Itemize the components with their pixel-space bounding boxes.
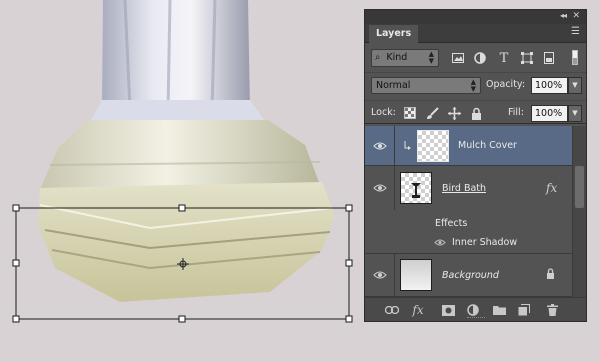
blend-row: Normal ▲ ▼ Opacity: 100% ▼ bbox=[365, 72, 586, 96]
panel-menu-icon[interactable]: ☰ bbox=[571, 26, 580, 37]
add-mask-icon[interactable] bbox=[441, 303, 455, 317]
lock-all-icon[interactable] bbox=[469, 106, 483, 120]
panel-resize-grip[interactable] bbox=[467, 317, 485, 319]
layer-row-mulch-cover[interactable]: Mulch Cover bbox=[365, 126, 572, 166]
scrollbar-thumb[interactable] bbox=[575, 166, 584, 208]
layer-name[interactable]: Background bbox=[442, 270, 499, 281]
panel-tab-row: Layers ☰ bbox=[365, 24, 586, 43]
clipping-mask-arrow-icon bbox=[404, 141, 411, 150]
delete-layer-icon[interactable] bbox=[545, 303, 559, 317]
tab-layers[interactable]: Layers bbox=[369, 25, 419, 43]
layer-name[interactable]: Mulch Cover bbox=[458, 140, 517, 151]
select-arrows-icon: ▲ ▼ bbox=[428, 50, 434, 65]
adjustment-layer-icon[interactable] bbox=[466, 303, 480, 317]
blend-mode-value: Normal bbox=[376, 80, 411, 91]
layer-thumbnail[interactable] bbox=[400, 259, 432, 291]
link-layers-icon[interactable] bbox=[385, 303, 399, 317]
layer-row-bird-bath[interactable]: Bird Bath fx Effects Inner Shadow bbox=[365, 166, 572, 254]
layers-panel: ◂◂ ✕ Layers ☰ ⌕ Kind ▲ ▼ T Normal ▲ ▼ Op… bbox=[364, 9, 587, 322]
lock-transparent-pixels-icon[interactable] bbox=[403, 106, 417, 120]
select-arrows-icon: ▲ ▼ bbox=[470, 78, 476, 93]
search-icon: ⌕ bbox=[375, 52, 381, 63]
opacity-label: Opacity: bbox=[486, 79, 526, 90]
layer-effects-fx-icon[interactable]: fx bbox=[546, 181, 557, 195]
filter-toggle-switch[interactable] bbox=[572, 50, 578, 65]
fill-dropdown-icon[interactable]: ▼ bbox=[568, 105, 582, 122]
filter-kind-select[interactable]: ⌕ Kind ▲ ▼ bbox=[371, 49, 439, 67]
layer-name[interactable]: Bird Bath bbox=[442, 183, 486, 194]
add-style-icon[interactable]: fx bbox=[411, 303, 425, 317]
fill-input[interactable]: 100% bbox=[531, 105, 568, 122]
effect-visibility-eye-icon[interactable] bbox=[434, 238, 446, 248]
visibility-eye-icon[interactable] bbox=[373, 270, 387, 280]
shape-filter-icon[interactable] bbox=[520, 51, 534, 65]
new-layer-icon[interactable] bbox=[517, 303, 531, 317]
visibility-eye-icon[interactable] bbox=[373, 183, 387, 193]
smart-object-filter-icon[interactable] bbox=[542, 51, 556, 65]
layers-bottom-toolbar: fx bbox=[365, 297, 586, 321]
adjustment-filter-icon[interactable] bbox=[473, 51, 487, 65]
layer-filter-row: ⌕ Kind ▲ ▼ T bbox=[365, 46, 586, 70]
layer-lock-icon bbox=[547, 268, 554, 279]
collapse-panel-icon[interactable]: ◂◂ bbox=[560, 11, 567, 20]
filter-kind-label: Kind bbox=[386, 52, 408, 63]
layers-list: Mulch Cover Bird Bath fx Effects Inner S… bbox=[365, 126, 586, 297]
layer-thumbnail[interactable] bbox=[400, 172, 432, 204]
lock-image-pixels-icon[interactable] bbox=[425, 106, 439, 120]
opacity-dropdown-icon[interactable]: ▼ bbox=[568, 77, 582, 94]
lock-label: Lock: bbox=[371, 107, 396, 118]
visibility-eye-icon[interactable] bbox=[373, 141, 387, 151]
layer-row-background[interactable]: Background bbox=[365, 254, 572, 297]
pixel-filter-icon[interactable] bbox=[451, 51, 465, 65]
close-panel-icon[interactable]: ✕ bbox=[572, 11, 580, 21]
effect-inner-shadow[interactable]: Inner Shadow bbox=[452, 237, 517, 248]
layer-thumbnail[interactable] bbox=[417, 130, 449, 162]
opacity-input[interactable]: 100% bbox=[531, 77, 568, 94]
fill-label: Fill: bbox=[508, 107, 524, 118]
bird-bath-thumbnail-art bbox=[411, 183, 421, 198]
type-filter-icon[interactable]: T bbox=[497, 51, 511, 66]
layers-scrollbar[interactable] bbox=[572, 126, 586, 297]
blend-mode-select[interactable]: Normal ▲ ▼ bbox=[371, 77, 481, 94]
effects-label[interactable]: Effects bbox=[435, 218, 467, 229]
new-group-icon[interactable] bbox=[492, 303, 506, 317]
lock-row: Lock: Fill: 100% ▼ bbox=[365, 100, 586, 124]
panel-title-bar: ◂◂ ✕ bbox=[365, 10, 586, 24]
lock-position-icon[interactable] bbox=[447, 106, 461, 120]
